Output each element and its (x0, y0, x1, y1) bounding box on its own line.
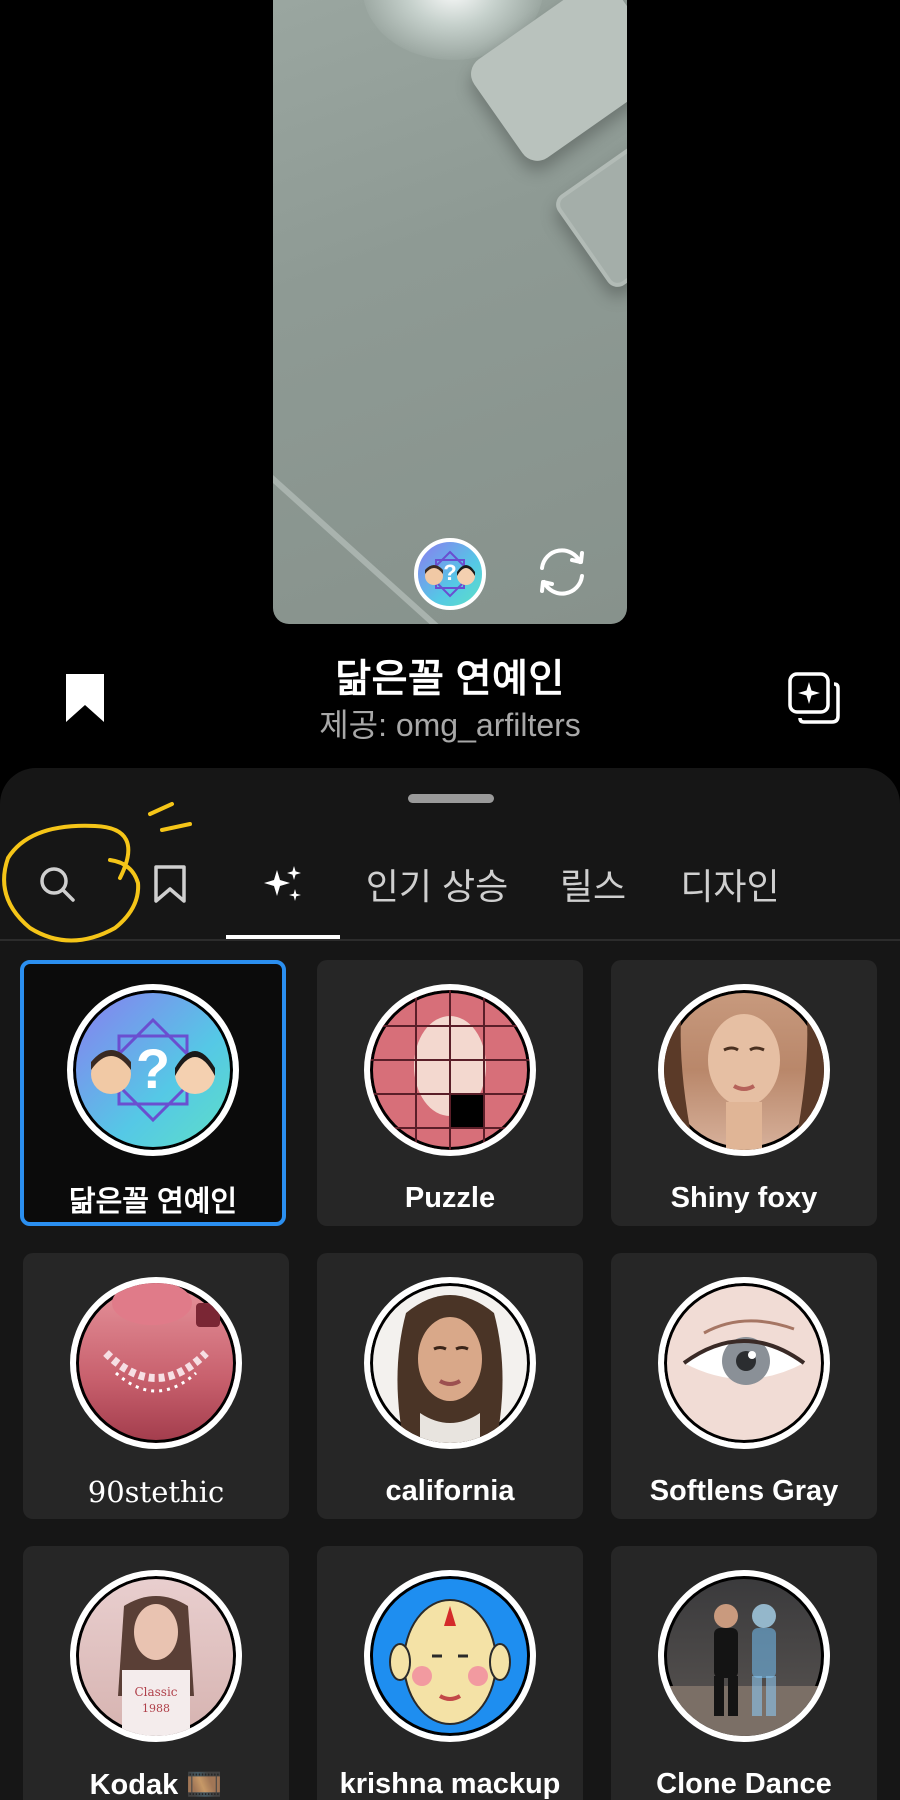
tab-design[interactable]: 디자인 (670, 828, 790, 940)
eye-lens-icon (682, 1319, 806, 1385)
effect-thumbnail: ? (67, 984, 239, 1156)
effect-name: 닮은꼴 연예인 (68, 1186, 238, 1218)
bookmark-filled-icon (66, 674, 104, 722)
effect-name: Kodak 🎞️ (89, 1769, 223, 1800)
svg-text:?: ? (443, 560, 456, 585)
tabs-divider (0, 939, 900, 941)
effects-sheet: 인기 상승 릴스 디자인 ? 닮은꼴 연예인 Puzzle Shiny foxy… (0, 768, 900, 1800)
svg-text:1988: 1988 (142, 1702, 170, 1715)
portrait-icon: Classic 1988 (118, 1596, 194, 1736)
effect-tile[interactable]: Puzzle (317, 960, 583, 1226)
effect-credit[interactable]: 제공: omg_arfilters (250, 700, 650, 746)
save-effect-button[interactable] (62, 672, 108, 724)
tab-search[interactable] (0, 828, 114, 940)
effect-tile[interactable]: Shiny foxy (611, 960, 877, 1226)
portrait-icon (664, 990, 824, 1150)
effect-title: 닮은꼴 연예인 (335, 658, 565, 701)
face-match-question-icon[interactable]: ? (414, 538, 486, 610)
dancers-icon (664, 1604, 824, 1736)
effect-thumbnail (364, 984, 536, 1156)
effects-screen: ? 닮은꼴 연예인 제공: omg_arfilters 인기 상승 릴스 디자인… (0, 0, 900, 1800)
effects-tabs: 인기 상승 릴스 디자인 (0, 828, 900, 940)
effect-name: Puzzle (404, 1182, 496, 1214)
tab-saved[interactable] (114, 828, 226, 940)
tab-reels[interactable]: 릴스 (548, 828, 638, 940)
necklace-icon (103, 1283, 220, 1393)
effect-tile[interactable]: Softlens Gray (611, 1253, 877, 1519)
tab-trending[interactable]: 인기 상승 (352, 828, 522, 940)
camera-flip-icon[interactable] (530, 540, 594, 604)
sheet-drag-handle[interactable] (408, 794, 494, 803)
effect-thumbnail (364, 1277, 536, 1449)
effect-thumbnail (70, 1277, 242, 1449)
effect-thumbnail (364, 1570, 536, 1742)
camera-preview[interactable] (273, 0, 627, 624)
portrait-icon (397, 1295, 503, 1443)
effect-thumbnail: Classic 1988 (70, 1570, 242, 1742)
effect-name: Softlens Gray (649, 1475, 839, 1507)
effect-name: Clone Dance (656, 1768, 832, 1800)
effect-thumbnail (658, 1570, 830, 1742)
effect-name: Shiny foxy (670, 1182, 818, 1214)
effect-name: california (385, 1475, 515, 1507)
try-effect-button[interactable] (786, 670, 842, 726)
face-match-question-icon: ? (91, 1017, 215, 1123)
search-icon (40, 867, 75, 902)
effect-name: 90stethic (87, 1475, 225, 1509)
sparkles-icon (264, 866, 301, 901)
effect-thumbnail (658, 984, 830, 1156)
effect-tile[interactable]: Clone Dance (611, 1546, 877, 1800)
preview-object (551, 138, 627, 292)
effect-name: krishna mackup (339, 1768, 561, 1800)
face-paint-icon (389, 1599, 511, 1725)
effect-tile[interactable]: california (317, 1253, 583, 1519)
add-sparkle-icon (788, 672, 840, 724)
bookmark-outline-icon (154, 865, 186, 903)
effect-tile[interactable]: krishna mackup (317, 1546, 583, 1800)
effect-thumbnail (658, 1277, 830, 1449)
tab-for-you[interactable] (226, 828, 340, 940)
puzzle-icon (370, 990, 530, 1150)
svg-text:Classic: Classic (134, 1685, 177, 1699)
svg-text:?: ? (136, 1037, 170, 1100)
effect-tile[interactable]: 90stethic (23, 1253, 289, 1519)
effect-tile-selected[interactable]: ? 닮은꼴 연예인 (20, 960, 286, 1226)
effect-tile[interactable]: Classic 1988 Kodak 🎞️ (23, 1546, 289, 1800)
